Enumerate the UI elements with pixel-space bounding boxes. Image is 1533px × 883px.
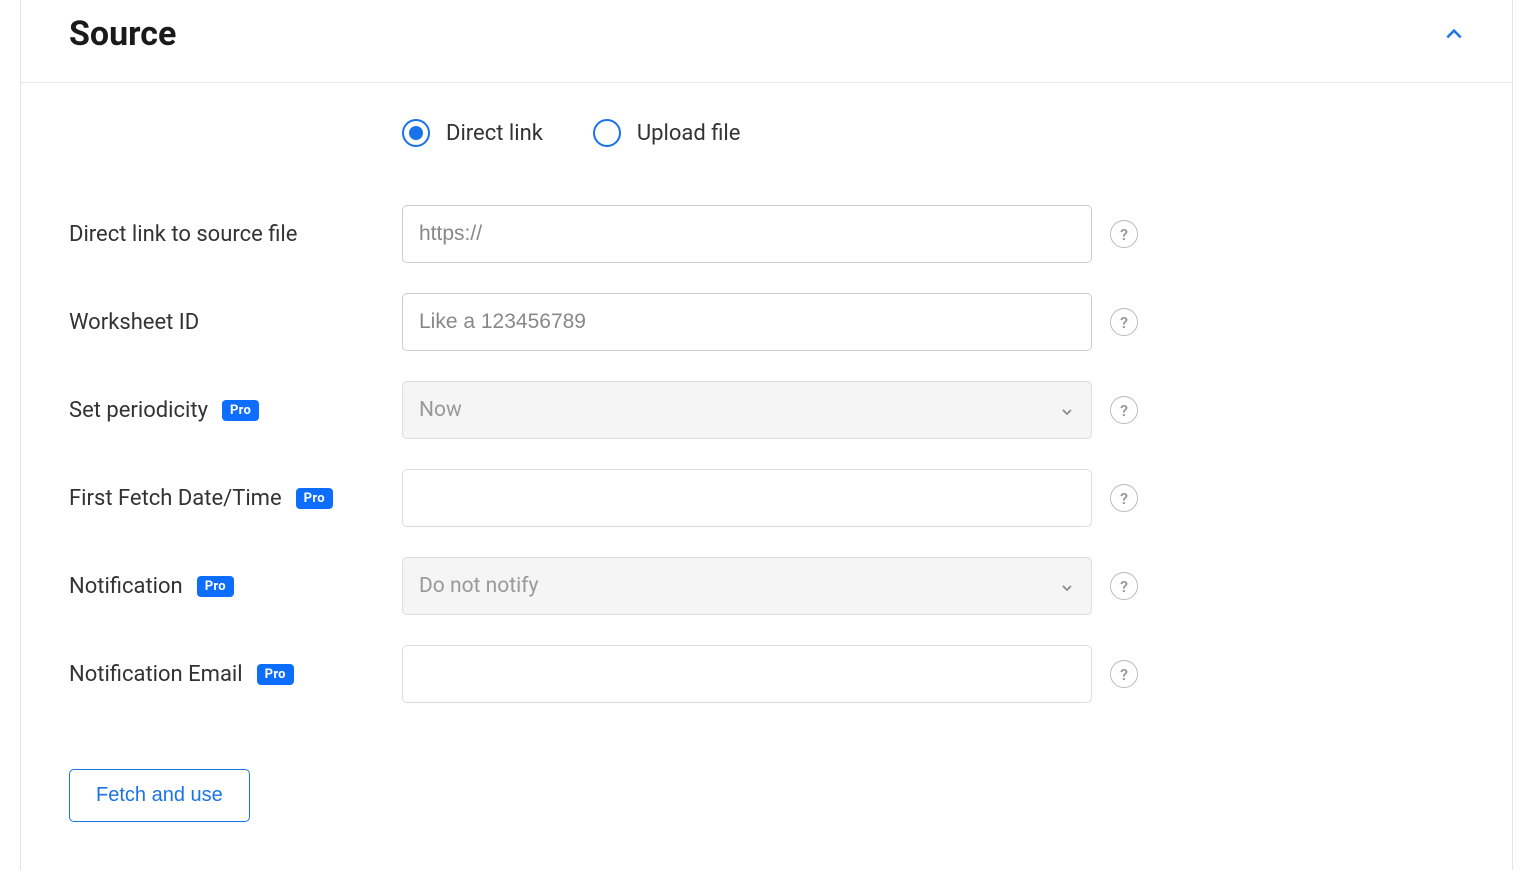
chevron-down-icon: [1059, 578, 1075, 594]
pro-badge: Pro: [257, 664, 294, 685]
chevron-down-icon: [1059, 402, 1075, 418]
source-panel: Source Direct link Upload file Direct li…: [20, 0, 1513, 870]
help-icon[interactable]: ?: [1110, 308, 1138, 336]
pro-badge: Pro: [222, 400, 259, 421]
control-wrap: ?: [402, 645, 1138, 703]
radio-icon: [593, 119, 621, 147]
radio-dot-icon: [409, 126, 423, 140]
panel-header: Source: [21, 0, 1512, 83]
row-first-fetch: First Fetch Date/Time Pro ?: [69, 469, 1464, 527]
row-periodicity: Set periodicity Pro Now ?: [69, 381, 1464, 439]
control-wrap: Now ?: [402, 381, 1138, 439]
chevron-up-icon: [1444, 24, 1464, 44]
radio-direct-link-label: Direct link: [446, 121, 543, 146]
radio-direct-link[interactable]: Direct link: [402, 119, 543, 147]
radio-icon: [402, 119, 430, 147]
first-fetch-input[interactable]: [402, 469, 1092, 527]
control-wrap: Do not notify ?: [402, 557, 1138, 615]
radio-upload-file[interactable]: Upload file: [593, 119, 741, 147]
row-direct-link: Direct link to source file ?: [69, 205, 1464, 263]
label-notification-email: Notification Email Pro: [69, 662, 402, 687]
periodicity-value: Now: [419, 398, 462, 422]
pro-badge: Pro: [296, 488, 333, 509]
panel-body: Direct link Upload file Direct link to s…: [21, 83, 1512, 870]
direct-link-input[interactable]: [402, 205, 1092, 263]
label-periodicity: Set periodicity Pro: [69, 398, 402, 423]
label-first-fetch: First Fetch Date/Time Pro: [69, 486, 402, 511]
row-notification: Notification Pro Do not notify ?: [69, 557, 1464, 615]
collapse-toggle[interactable]: [1444, 24, 1464, 44]
notification-value: Do not notify: [419, 574, 538, 598]
panel-title: Source: [69, 14, 176, 54]
help-icon[interactable]: ?: [1110, 484, 1138, 512]
notification-select[interactable]: Do not notify: [402, 557, 1092, 615]
radio-upload-file-label: Upload file: [637, 121, 741, 146]
label-worksheet-id: Worksheet ID: [69, 310, 402, 335]
periodicity-select[interactable]: Now: [402, 381, 1092, 439]
control-wrap: ?: [402, 469, 1138, 527]
row-notification-email: Notification Email Pro ?: [69, 645, 1464, 703]
help-icon[interactable]: ?: [1110, 660, 1138, 688]
pro-badge: Pro: [197, 576, 234, 597]
label-direct-link: Direct link to source file: [69, 222, 402, 247]
control-wrap: ?: [402, 293, 1138, 351]
label-notification: Notification Pro: [69, 574, 402, 599]
help-icon[interactable]: ?: [1110, 220, 1138, 248]
fetch-and-use-button[interactable]: Fetch and use: [69, 769, 250, 822]
source-type-radios: Direct link Upload file: [402, 119, 1464, 147]
worksheet-id-input[interactable]: [402, 293, 1092, 351]
row-worksheet-id: Worksheet ID ?: [69, 293, 1464, 351]
help-icon[interactable]: ?: [1110, 396, 1138, 424]
help-icon[interactable]: ?: [1110, 572, 1138, 600]
notification-email-input[interactable]: [402, 645, 1092, 703]
control-wrap: ?: [402, 205, 1138, 263]
